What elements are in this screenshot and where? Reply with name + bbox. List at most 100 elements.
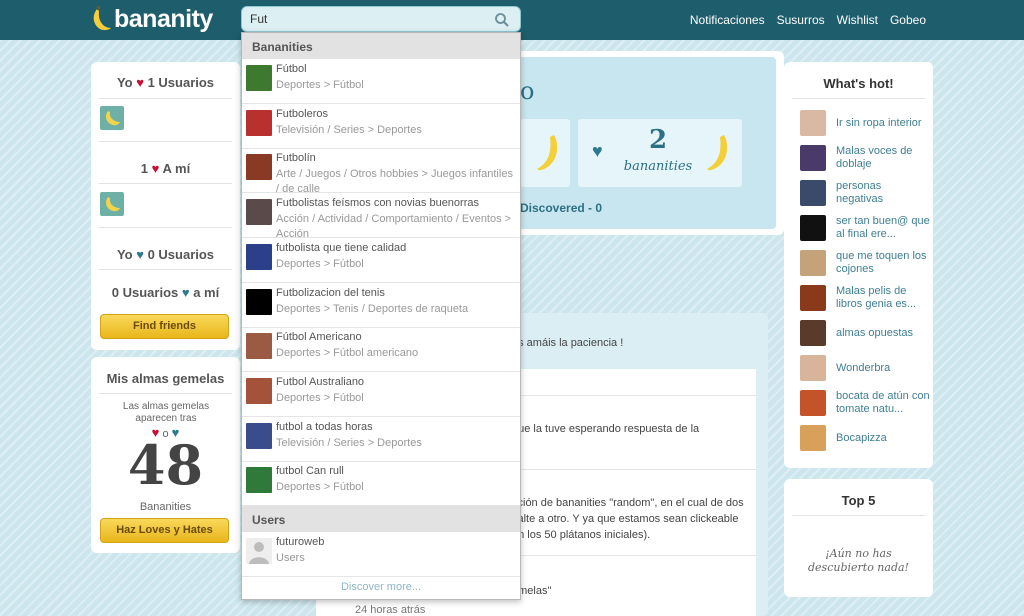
result-thumbnail (246, 333, 272, 360)
yo-hate-row[interactable]: Yo ♥ 0 Usuarios (91, 247, 240, 262)
hot-item[interactable]: Bocapizza (800, 425, 930, 451)
broken-heart-icon: ♥ (181, 285, 190, 300)
search-result-item[interactable]: Futbol Australiano Deportes > Fútbol (242, 372, 520, 417)
result-thumbnail (246, 109, 272, 136)
result-title: Futboleros (276, 107, 328, 120)
search-result-item[interactable]: Futbolizacion del tenis Deportes > Tenis … (242, 283, 520, 328)
feed-text: cción de bananities "random", en el cual… (512, 497, 744, 509)
hot-item[interactable]: almas opuestas (800, 320, 930, 346)
hot-label: Bocapizza (836, 431, 887, 444)
section-header-bananities: Bananities (242, 33, 520, 59)
divider (99, 393, 232, 394)
nav-gobeo[interactable]: Gobeo (890, 13, 926, 27)
result-title: Futbolín (276, 152, 316, 165)
hot-thumbnail (800, 110, 826, 136)
search-result-item[interactable]: Fútbol Americano Deportes > Fútbol americ… (242, 327, 520, 373)
search-input[interactable] (250, 11, 480, 27)
search-result-item[interactable]: Fútbol Deportes > Fútbol (242, 59, 520, 104)
user-avatar[interactable] (100, 106, 124, 130)
user-avatar-icon (246, 538, 272, 564)
hot-item[interactable]: Malas voces de doblaje (800, 145, 930, 171)
hot-item[interactable]: bocata de atún con tomate natu... (800, 390, 930, 416)
result-thumbnail (246, 199, 272, 226)
hot-label: bocata de atún con tomate natu... (836, 390, 930, 415)
result-category: Deportes > Tenis / Deportes de raqueta (276, 302, 469, 315)
yo-love-row[interactable]: Yo ♥ 1 Usuarios (91, 75, 240, 90)
broken-heart-icon: ♥ (136, 247, 144, 262)
whats-hot-title: What's hot! (823, 76, 894, 91)
result-category: Deportes > Fútbol (276, 481, 364, 494)
almas-count: 48 (127, 433, 204, 497)
whats-hot-card: What's hot! Ir sin ropa interior Malas vo… (784, 62, 933, 468)
love-me-row[interactable]: 1 ♥ A mí (91, 161, 240, 176)
divider (99, 227, 232, 228)
result-category: Televisión / Series > Deportes (276, 123, 422, 136)
hot-thumbnail (800, 180, 826, 206)
profile-title-partial: o (520, 77, 535, 105)
stat-count: 2 (648, 125, 668, 155)
search-result-item[interactable]: Futbolistas feísmos con novias buenorras… (242, 193, 520, 240)
stat-box-hates: ♥ 2 bananities (578, 119, 742, 187)
hot-item[interactable]: que me toquen los cojones (800, 250, 930, 276)
result-title: Fútbol (276, 63, 307, 75)
hot-thumbnail (800, 285, 826, 311)
top5-title: Top 5 (841, 493, 876, 508)
feed-text: salte a otro. Y ya que estamos sean clic… (512, 513, 739, 525)
nav-notificaciones[interactable]: Notificaciones (690, 13, 765, 27)
result-title: Fútbol Americano (276, 331, 362, 344)
result-thumbnail (246, 422, 272, 449)
result-thumbnail (246, 243, 272, 270)
search-result-item[interactable]: Futbolín Arte / Juegos / Otros hobbies > … (242, 148, 520, 195)
logo[interactable]: bananity (90, 4, 213, 34)
hot-item[interactable]: Ir sin ropa interior (800, 110, 930, 136)
search-result-item[interactable]: futbol a todas horas Televisión / Series … (242, 417, 520, 462)
discovered-count[interactable]: Discovered - 0 (520, 201, 602, 215)
discover-more-link[interactable]: Discover more... (242, 581, 520, 593)
hot-thumbnail (800, 425, 826, 451)
hot-item[interactable]: personas negativas (800, 180, 930, 206)
result-category: Deportes > Fútbol americano (276, 347, 419, 360)
heart-icon: ♥ (136, 75, 144, 90)
hot-item[interactable]: ser tan buen@ que al final ere... (800, 215, 930, 241)
main-nav: Notificaciones Susurros Wishlist Gobeo (690, 13, 926, 27)
search-icon[interactable] (494, 12, 510, 28)
search-result-item[interactable]: Futboleros Televisión / Series > Deportes (242, 104, 520, 149)
banana-icon (105, 111, 120, 126)
divider (792, 515, 925, 516)
result-title: Futbolistas feísmos con novias buenorras (276, 197, 479, 210)
search-box[interactable] (241, 6, 521, 32)
hot-thumbnail (800, 215, 826, 241)
result-title: Futbol Australiano (276, 375, 365, 388)
almas-desc: Las almas gemelas aparecen tras (122, 401, 210, 424)
search-result-item[interactable]: futbolista que tiene calidad Deportes > F… (242, 238, 520, 283)
user-result[interactable]: futuroweb Users (242, 532, 520, 577)
user-avatar[interactable] (100, 192, 124, 216)
almas-unit: Bananities (139, 501, 192, 513)
result-title: Futbolizacion del tenis (276, 286, 385, 299)
banana-icon (537, 135, 558, 171)
section-header-users: Users (242, 506, 520, 532)
nav-wishlist[interactable]: Wishlist (837, 13, 878, 27)
result-category: Televisión / Series > Deportes (276, 436, 422, 449)
divider (99, 141, 232, 142)
hot-item[interactable]: Malas pelis de libros genia es... (800, 285, 930, 311)
result-title: futbolista que tiene calidad (276, 241, 407, 254)
banana-logo-icon (93, 6, 111, 31)
feed-timestamp: 24 horas atrás (355, 604, 426, 616)
search-result-item[interactable]: futbol Can rull Deportes > Fútbol (242, 461, 520, 507)
banana-icon (105, 197, 120, 212)
find-friends-button[interactable]: Find friends (100, 314, 229, 339)
heart-icon: ♥ (151, 161, 160, 176)
haz-loves-hates-button[interactable]: Haz Loves y Hates (100, 518, 229, 543)
nav-susurros[interactable]: Susurros (777, 13, 825, 27)
feed-text: en los 50 plátanos iniciales). (512, 529, 651, 541)
hot-label: Malas voces de doblaje (836, 145, 913, 170)
top5-empty: ¡Aún no has descubierto nada! (808, 547, 909, 574)
result-category: Deportes > Fútbol (276, 79, 364, 91)
hate-me-row[interactable]: 0 Usuarios ♥ a mí (91, 285, 240, 300)
hot-thumbnail (800, 390, 826, 416)
divider (792, 98, 925, 99)
result-thumbnail (246, 467, 272, 494)
hot-label: Malas pelis de libros genia es... (836, 285, 917, 310)
hot-item[interactable]: Wonderbra (800, 355, 930, 381)
